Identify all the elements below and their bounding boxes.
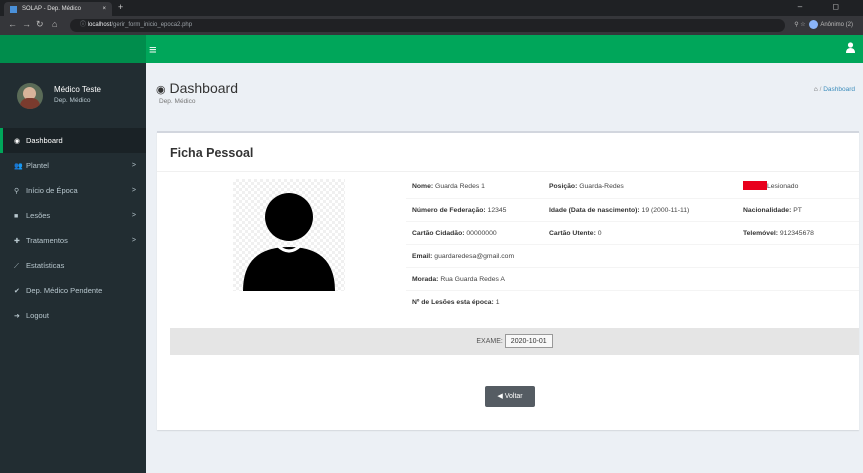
url-path: /gerir_form_inicio_epoca2.php bbox=[111, 22, 193, 28]
tachometer-icon: ◉ bbox=[156, 84, 166, 96]
card-title: Ficha Pessoal bbox=[170, 146, 254, 160]
info-row: Cartão Cidadão: 00000000 Cartão Utente: … bbox=[406, 221, 859, 244]
sidebar-menu: ◉ Dashboard 👥 Plantel > ⚲ Início de Época > ■… bbox=[0, 128, 146, 328]
profile-avatar-icon bbox=[809, 20, 819, 29]
chevron-right-icon: > bbox=[131, 237, 136, 244]
divider bbox=[157, 171, 859, 172]
user-panel: Médico Teste Dep. Médico bbox=[0, 63, 146, 128]
forward-arrow-icon[interactable]: → bbox=[22, 19, 31, 29]
chevron-right-icon: > bbox=[131, 212, 136, 219]
back-button[interactable]: ◀ Voltar bbox=[485, 386, 535, 407]
home-icon[interactable]: ⌂ bbox=[52, 19, 57, 29]
url-host: localhost bbox=[87, 22, 112, 28]
info-row: Email: guardaredesa@gmail.com bbox=[406, 244, 859, 267]
citizen-card: 00000000 bbox=[466, 230, 497, 237]
main-content: ◉ Dashboard Dep. Médico ⌂ / Dashboard Fi… bbox=[146, 63, 863, 473]
profile-label: Anônimo (2) bbox=[820, 22, 853, 29]
arrow-left-circle-icon: ◀ bbox=[497, 393, 503, 400]
info-row: Morada: Rua Guarda Redes A bbox=[406, 267, 859, 290]
sidebar-item-label: Início de Época bbox=[26, 186, 78, 195]
injury-icon: ■ bbox=[14, 213, 19, 220]
sidebar-item-logout[interactable]: ➜ Logout bbox=[0, 303, 146, 328]
sidebar-item-label: Dashboard bbox=[26, 136, 63, 145]
federation-number: 12345 bbox=[487, 207, 507, 214]
player-nationality: PT bbox=[793, 207, 802, 214]
player-card: Ficha Pessoal Nome: Guarda Redes 1 Posiç… bbox=[157, 131, 859, 430]
exam-bar: EXAME: 2020-10-01 bbox=[170, 328, 859, 355]
player-address: Rua Guarda Redes A bbox=[440, 276, 505, 283]
treatment-icon: ✚ bbox=[14, 238, 20, 245]
player-position: Guarda-Redes bbox=[579, 183, 624, 190]
sidebar-item-tratamentos[interactable]: ✚ Tratamentos > bbox=[0, 228, 146, 253]
sidebar-item-label: Plantel bbox=[26, 161, 49, 170]
player-age: 19 (2000-11-11) bbox=[641, 207, 690, 214]
player-photo bbox=[233, 179, 345, 291]
hamburger-menu-icon[interactable]: ≡ bbox=[149, 42, 157, 57]
home-icon[interactable]: ⌂ bbox=[814, 86, 818, 93]
user-menu-icon[interactable] bbox=[846, 42, 855, 56]
injury-count: 1 bbox=[495, 299, 500, 306]
sidebar-item-lesoes[interactable]: ■ Lesões > bbox=[0, 203, 146, 228]
chevron-right-icon: > bbox=[131, 162, 136, 169]
page-title: ◉ Dashboard bbox=[156, 80, 238, 96]
browser-tab[interactable]: SOLAP - Dep. Médico × bbox=[4, 2, 112, 16]
info-row: Nº de Lesões esta época: 1 bbox=[406, 290, 859, 313]
reload-icon[interactable]: ↻ bbox=[36, 19, 44, 30]
info-row: Número de Federação: 12345 Idade (Data d… bbox=[406, 198, 859, 221]
sidebar-item-plantel[interactable]: 👥 Plantel > bbox=[0, 153, 146, 178]
health-card: 0 bbox=[597, 230, 602, 237]
new-tab-button[interactable]: + bbox=[118, 2, 123, 12]
address-bar[interactable]: ⓘ localhost/gerir_form_inicio_epoca2.php bbox=[70, 19, 785, 32]
app-navbar: ≡ bbox=[0, 35, 863, 63]
chevron-right-icon: > bbox=[131, 187, 136, 194]
user-role: Dep. Médico bbox=[54, 97, 91, 104]
sidebar-item-inicio-epoca[interactable]: ⚲ Início de Época > bbox=[0, 178, 146, 203]
user-name: Médico Teste bbox=[54, 85, 101, 94]
user-silhouette-icon bbox=[243, 193, 335, 291]
status-badge bbox=[743, 180, 767, 190]
player-phone: 912345678 bbox=[779, 230, 814, 237]
sidebar-item-label: Tratamentos bbox=[26, 236, 68, 245]
sidebar: Médico Teste Dep. Médico ◉ Dashboard 👥 Pla… bbox=[0, 63, 146, 473]
breadcrumb-dashboard-link[interactable]: Dashboard bbox=[823, 86, 855, 93]
users-icon: 👥 bbox=[14, 163, 23, 170]
browser-toolbar: ← → ↻ ⌂ ⓘ localhost/gerir_form_inicio_ep… bbox=[0, 16, 863, 35]
tachometer-icon: ◉ bbox=[14, 138, 21, 145]
check-icon: ✔ bbox=[14, 288, 20, 295]
browser-extensions[interactable]: ⚲ ☆ Anônimo (2) bbox=[794, 20, 853, 29]
sidebar-item-label: Estatísticas bbox=[26, 261, 65, 270]
status-label: Lesionado bbox=[767, 183, 799, 190]
avatar bbox=[17, 83, 43, 109]
sidebar-item-dep-medico-pendente[interactable]: ✔ Dep. Médico Pendente bbox=[0, 278, 146, 303]
sidebar-item-estatisticas[interactable]: ⟋ Estatísticas bbox=[0, 253, 146, 278]
player-name: Guarda Redes 1 bbox=[435, 183, 485, 190]
browser-tabbar: SOLAP - Dep. Médico × + – ◻ bbox=[0, 0, 863, 16]
logo-area bbox=[0, 35, 146, 63]
exam-date[interactable]: 2020-10-01 bbox=[504, 334, 553, 349]
window-controls[interactable]: – ◻ bbox=[798, 2, 853, 11]
tab-title: SOLAP - Dep. Médico bbox=[22, 6, 81, 12]
close-tab-icon[interactable]: × bbox=[102, 2, 106, 16]
player-info: Nome: Guarda Redes 1 Posição: Guarda-Red… bbox=[406, 175, 859, 313]
sidebar-item-label: Dep. Médico Pendente bbox=[26, 286, 103, 295]
favicon-icon bbox=[10, 6, 17, 13]
exam-label: EXAME: bbox=[476, 338, 503, 345]
back-arrow-icon[interactable]: ← bbox=[8, 19, 17, 29]
player-email: guardaredesa@gmail.com bbox=[434, 253, 515, 260]
info-row: Nome: Guarda Redes 1 Posição: Guarda-Red… bbox=[406, 175, 859, 198]
breadcrumb: ⌂ / Dashboard bbox=[813, 86, 855, 93]
chart-icon: ⟋ bbox=[14, 263, 19, 270]
season-icon: ⚲ bbox=[14, 188, 20, 195]
back-button-label: Voltar bbox=[504, 393, 523, 400]
sidebar-item-label: Lesões bbox=[26, 211, 51, 220]
sidebar-item-label: Logout bbox=[26, 311, 49, 320]
logout-icon: ➜ bbox=[14, 313, 20, 320]
sidebar-item-dashboard[interactable]: ◉ Dashboard bbox=[0, 128, 146, 153]
page-subtitle: Dep. Médico bbox=[159, 98, 196, 105]
